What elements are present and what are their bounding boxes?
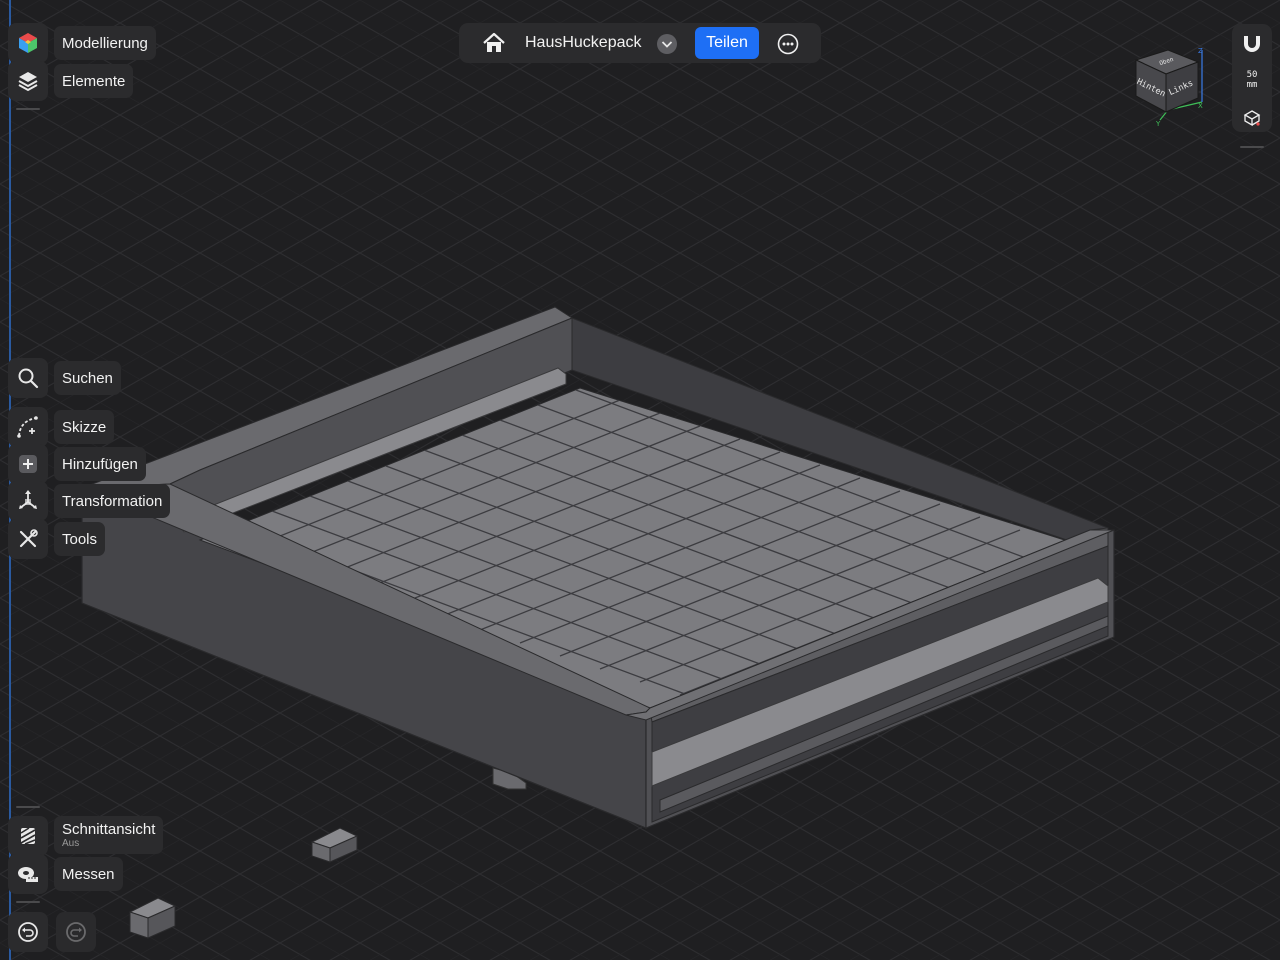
top-bar: HausHuckepack Teilen	[459, 23, 821, 63]
more-button[interactable]	[776, 32, 800, 56]
section-view-button[interactable]	[8, 816, 48, 856]
elements-button[interactable]	[8, 61, 48, 101]
layers-icon	[18, 72, 38, 92]
tools-label[interactable]: Tools	[54, 522, 106, 556]
right-panel: 50 mm	[1232, 24, 1272, 132]
measure-button[interactable]	[8, 854, 48, 894]
axis-y-label: Y	[1155, 120, 1161, 128]
color-cube-icon	[19, 33, 37, 53]
home-icon	[483, 32, 505, 52]
plus-square-icon	[19, 455, 37, 473]
sketch-label[interactable]: Skizze	[54, 410, 115, 444]
grid-scale-readout[interactable]: 50 mm	[1232, 70, 1272, 90]
toolbar-separator	[16, 806, 40, 808]
right-panel-separator	[1240, 146, 1264, 148]
transform-label[interactable]: Transformation	[54, 484, 171, 518]
magnifier-icon	[18, 368, 39, 389]
modeling-label[interactable]: Modellierung	[54, 26, 156, 60]
chevron-down-icon	[657, 34, 677, 54]
move-axes-icon	[19, 490, 37, 509]
axis-z-label: Z	[1198, 47, 1203, 55]
search-label[interactable]: Suchen	[54, 361, 121, 395]
view-cube-small-icon	[1243, 110, 1261, 127]
view-options-button[interactable]	[1242, 108, 1262, 128]
search-button[interactable]	[8, 358, 48, 398]
axis-x-label: X	[1198, 102, 1203, 110]
transform-button[interactable]	[8, 481, 48, 521]
toolbar-separator	[16, 108, 40, 110]
view-cube[interactable]: Z Y X Oben Hinten Links	[1128, 44, 1208, 130]
undo-icon	[18, 922, 38, 942]
tools-button[interactable]	[8, 519, 48, 559]
toolbar-separator	[16, 901, 40, 903]
magnet-icon	[1244, 36, 1260, 52]
elements-label[interactable]: Elemente	[54, 64, 134, 98]
3d-viewport[interactable]	[0, 0, 1280, 960]
sketch-button[interactable]	[8, 407, 48, 447]
modeling-button[interactable]	[8, 23, 48, 63]
measure-label[interactable]: Messen	[54, 857, 123, 891]
tools-icon	[19, 529, 38, 548]
snap-magnet-button[interactable]	[1240, 32, 1264, 56]
document-title[interactable]: HausHuckepack	[525, 34, 642, 52]
section-view-icon	[20, 827, 36, 845]
home-button[interactable]	[481, 30, 507, 56]
section-view-label[interactable]: Schnittansicht Aus	[54, 816, 164, 854]
document-menu-button[interactable]	[656, 33, 678, 55]
redo-button[interactable]	[56, 912, 96, 952]
add-button[interactable]	[8, 444, 48, 484]
section-view-state: Aus	[62, 838, 80, 849]
redo-icon	[66, 922, 86, 942]
share-button[interactable]: Teilen	[695, 27, 759, 59]
add-label[interactable]: Hinzufügen	[54, 447, 146, 481]
undo-button[interactable]	[8, 912, 48, 952]
more-icon	[777, 33, 799, 55]
grid-scale-unit: mm	[1246, 80, 1258, 90]
tape-measure-icon	[18, 867, 38, 882]
sketch-curve-icon	[17, 416, 38, 438]
grid-scale-value: 50	[1246, 70, 1258, 80]
